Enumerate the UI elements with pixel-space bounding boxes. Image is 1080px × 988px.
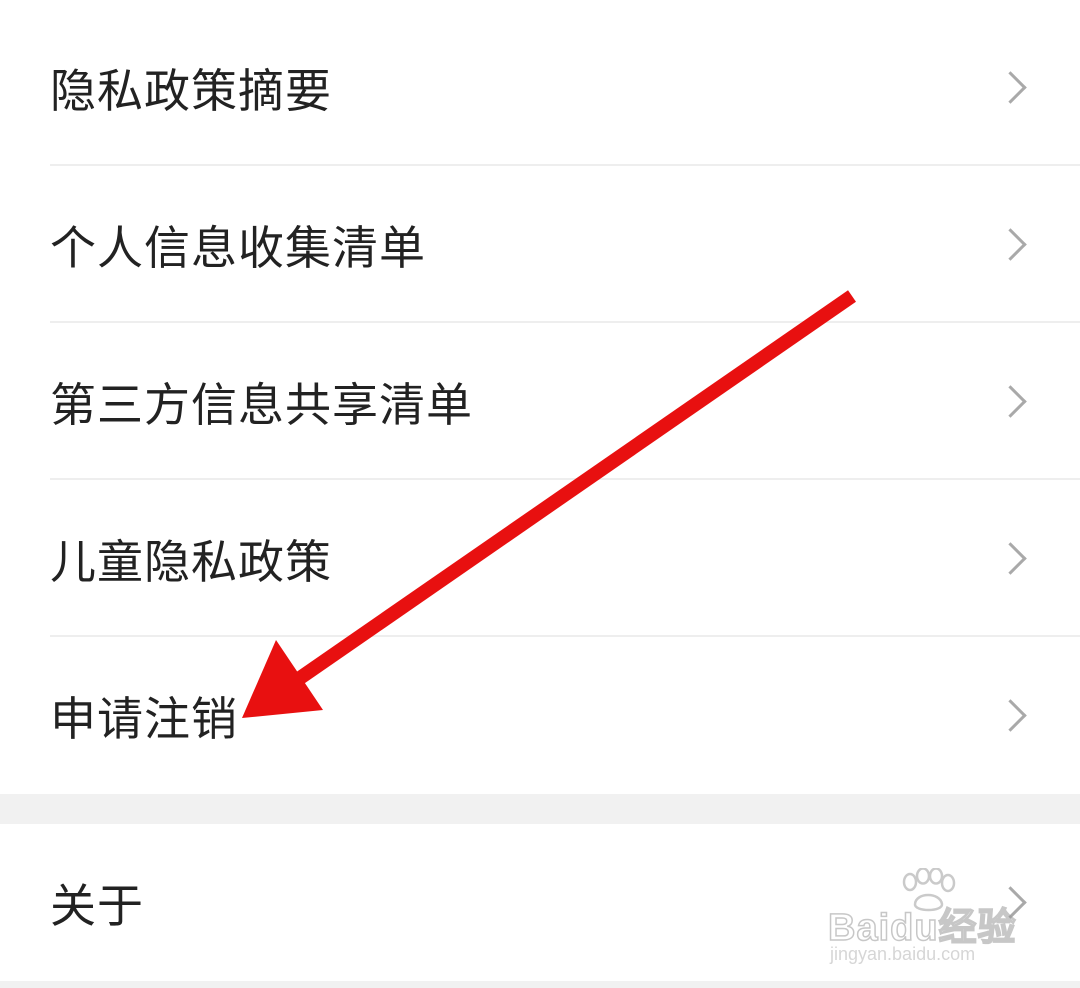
watermark-url: jingyan.baidu.com bbox=[830, 944, 976, 964]
row-label: 关于 bbox=[50, 878, 144, 933]
row-privacy-summary[interactable]: 隐私政策摘要 bbox=[0, 9, 1080, 166]
privacy-settings-group: 隐私政策摘要 个人信息收集清单 第三方信息共享清单 儿童隐私政策 申请注销 bbox=[0, 0, 1080, 794]
row-apply-account-cancellation[interactable]: 申请注销 bbox=[0, 637, 1080, 794]
chevron-right-icon bbox=[994, 541, 1027, 575]
row-label: 申请注销 bbox=[50, 691, 238, 746]
chevron-right-icon bbox=[994, 698, 1027, 732]
row-label: 儿童隐私政策 bbox=[50, 534, 332, 589]
chevron-right-icon bbox=[994, 384, 1027, 418]
row-label: 个人信息收集清单 bbox=[50, 220, 426, 275]
watermark-logo-text: Baidu经验 bbox=[827, 906, 1017, 950]
row-label: 隐私政策摘要 bbox=[50, 63, 332, 118]
chevron-right-icon bbox=[994, 70, 1027, 104]
row-personal-info-list[interactable]: 个人信息收集清单 bbox=[0, 166, 1080, 323]
chevron-right-icon bbox=[994, 227, 1027, 261]
baidu-jingyan-watermark: Baidu经验 jingyan.baidu.com bbox=[827, 868, 1028, 968]
settings-screen: 隐私政策摘要 个人信息收集清单 第三方信息共享清单 儿童隐私政策 申请注销 关于 bbox=[0, 0, 1080, 988]
row-label: 第三方信息共享清单 bbox=[50, 377, 473, 432]
row-children-privacy-policy[interactable]: 儿童隐私政策 bbox=[0, 480, 1080, 637]
row-third-party-sharing-list[interactable]: 第三方信息共享清单 bbox=[0, 323, 1080, 480]
